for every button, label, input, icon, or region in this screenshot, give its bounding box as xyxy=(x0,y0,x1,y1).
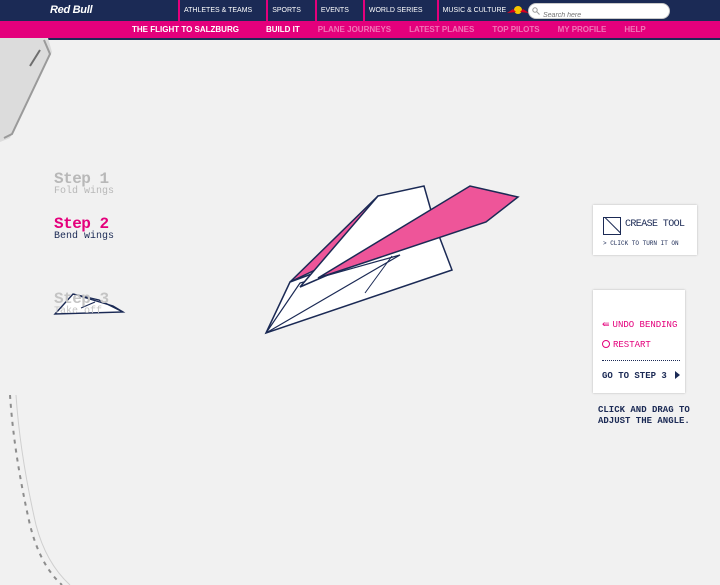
go-to-step-3-button[interactable]: GO TO STEP 3 xyxy=(602,371,680,381)
crease-tool-hint: > CLICK TO TURN IT ON xyxy=(603,240,679,247)
undo-arrow-icon: ⇚ xyxy=(602,320,610,330)
play-arrow-icon xyxy=(674,371,680,379)
restart-circle-icon xyxy=(602,340,610,348)
restart-button[interactable]: RESTART xyxy=(602,340,651,350)
restart-label: RESTART xyxy=(613,340,651,350)
go-to-step-3-label: GO TO STEP 3 xyxy=(602,371,667,381)
crease-tool-label: CREASE TOOL xyxy=(625,219,685,230)
controls-panel: ⇚ UNDO BENDING RESTART GO TO STEP 3 xyxy=(593,290,685,393)
undo-bending-button[interactable]: ⇚ UNDO BENDING xyxy=(602,320,677,330)
panel-divider xyxy=(602,360,680,361)
crease-tool-icon xyxy=(603,217,621,235)
undo-bending-label: UNDO BENDING xyxy=(612,320,678,330)
instruction-text: CLICK AND DRAG TO ADJUST THE ANGLE. xyxy=(598,405,690,426)
crease-tool-card[interactable]: CREASE TOOL > CLICK TO TURN IT ON xyxy=(593,205,697,255)
